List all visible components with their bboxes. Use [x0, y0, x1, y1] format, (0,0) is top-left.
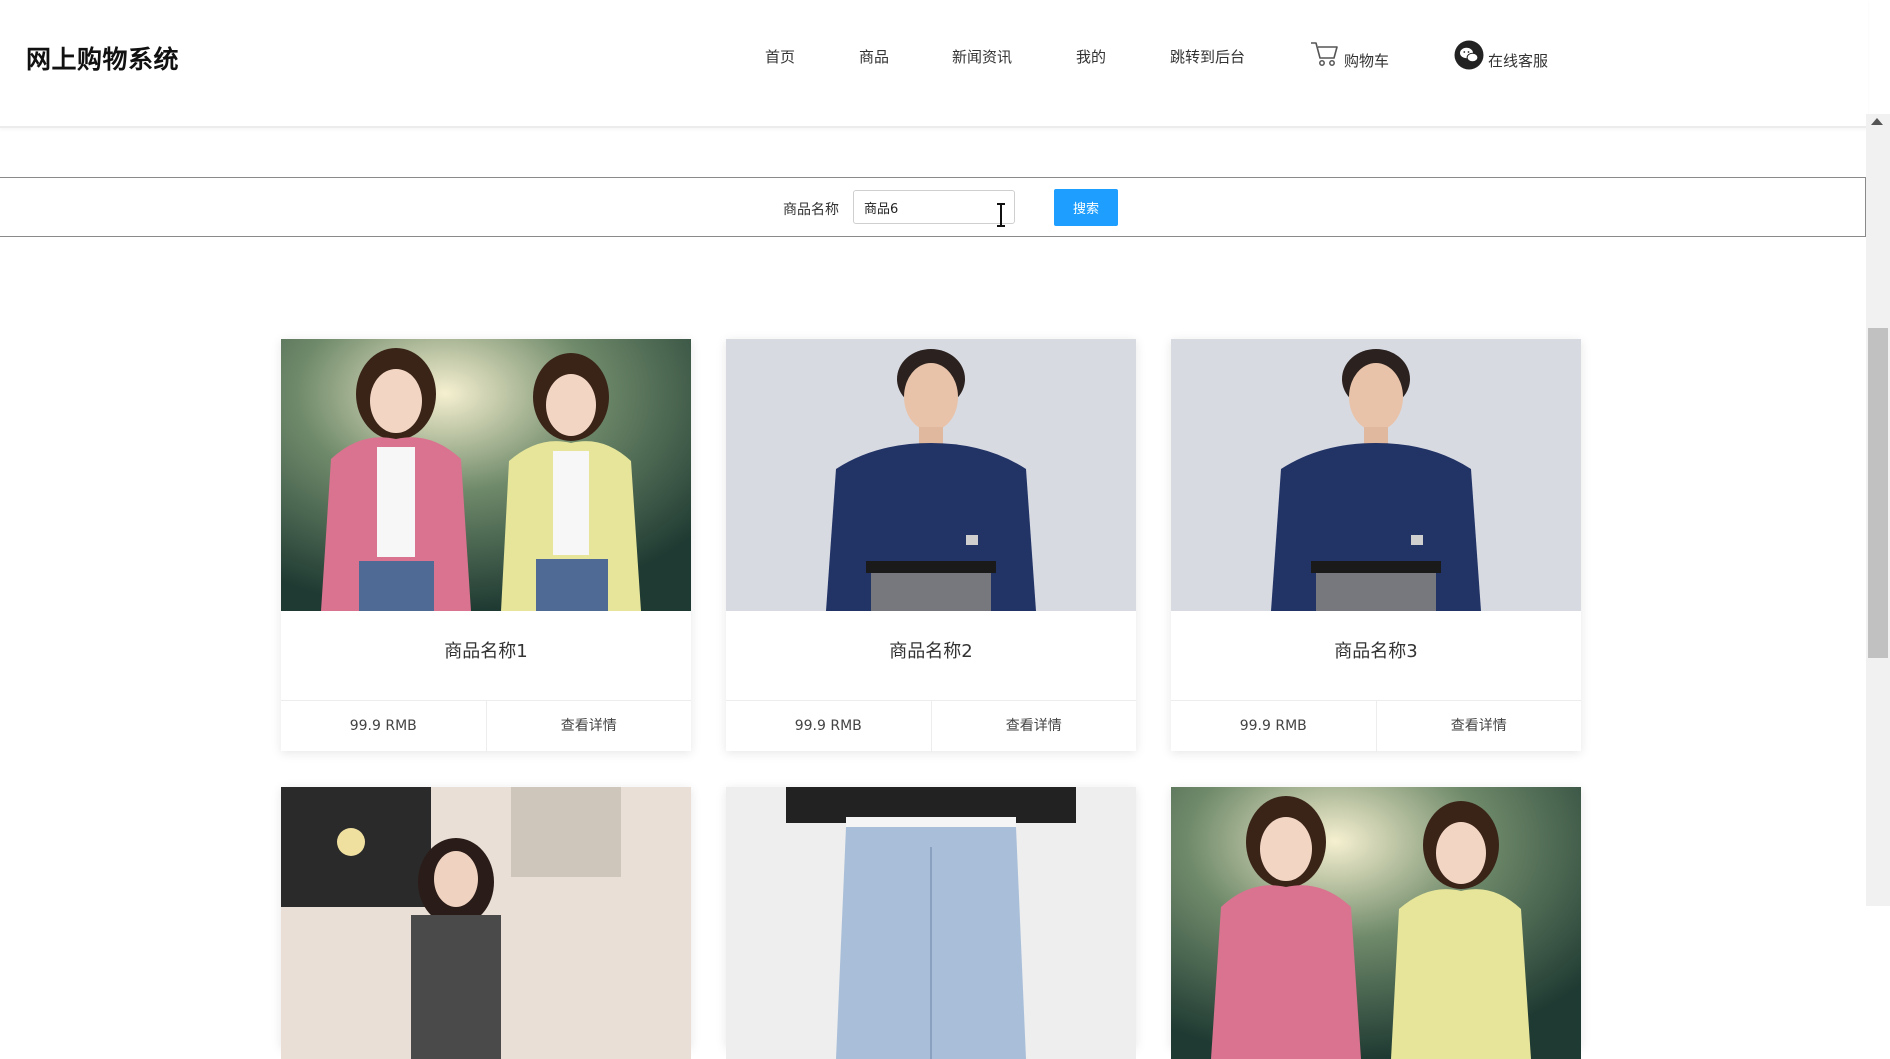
product-name[interactable]: 商品名称3: [1171, 637, 1581, 663]
view-details-link[interactable]: 查看详情: [485, 701, 692, 752]
text-cursor-icon: [997, 203, 1005, 227]
product-image[interactable]: [1171, 787, 1581, 1059]
top-header: 网上购物系统 首页 商品 新闻资讯 我的 跳转到后台 购物车 在线客服: [0, 0, 1868, 128]
site-logo[interactable]: 网上购物系统: [26, 40, 179, 76]
wechat-icon[interactable]: [1454, 40, 1484, 70]
product-card[interactable]: [726, 787, 1136, 1059]
product-card[interactable]: 商品名称1 99.9 RMB 查看详情: [281, 339, 691, 752]
product-card[interactable]: [281, 787, 691, 1059]
nav-home[interactable]: 首页: [765, 46, 795, 67]
scroll-up-arrow-icon[interactable]: [1871, 118, 1883, 125]
product-footer: 99.9 RMB 查看详情: [1171, 700, 1581, 752]
search-input[interactable]: [853, 190, 1015, 224]
nav-cart[interactable]: 购物车: [1344, 50, 1389, 71]
product-name[interactable]: 商品名称1: [281, 637, 691, 663]
nav-mine[interactable]: 我的: [1076, 46, 1106, 67]
product-card[interactable]: [1171, 787, 1581, 1059]
view-details-link[interactable]: 查看详情: [930, 701, 1137, 752]
search-label: 商品名称: [783, 202, 839, 218]
product-card[interactable]: 商品名称3 99.9 RMB 查看详情: [1171, 339, 1581, 752]
product-price: 99.9 RMB: [1239, 718, 1307, 734]
product-price: 99.9 RMB: [794, 718, 862, 734]
product-image[interactable]: [281, 787, 691, 1059]
view-details-link[interactable]: 查看详情: [1375, 701, 1582, 752]
product-footer: 99.9 RMB 查看详情: [726, 700, 1136, 752]
product-image[interactable]: [1171, 339, 1581, 611]
product-image[interactable]: [726, 787, 1136, 1059]
nav-customer-service[interactable]: 在线客服: [1488, 50, 1548, 71]
nav-news[interactable]: 新闻资讯: [952, 46, 1012, 67]
nav-products[interactable]: 商品: [859, 46, 889, 67]
search-button[interactable]: 搜索: [1054, 189, 1118, 226]
scrollbar-thumb[interactable]: [1868, 328, 1888, 658]
product-card[interactable]: 商品名称2 99.9 RMB 查看详情: [726, 339, 1136, 752]
product-name[interactable]: 商品名称2: [726, 637, 1136, 663]
product-price: 99.9 RMB: [349, 718, 417, 734]
nav-backend[interactable]: 跳转到后台: [1170, 46, 1245, 67]
product-footer: 99.9 RMB 查看详情: [281, 700, 691, 752]
product-image[interactable]: [726, 339, 1136, 611]
product-image[interactable]: [281, 339, 691, 611]
cart-icon[interactable]: [1310, 40, 1340, 68]
